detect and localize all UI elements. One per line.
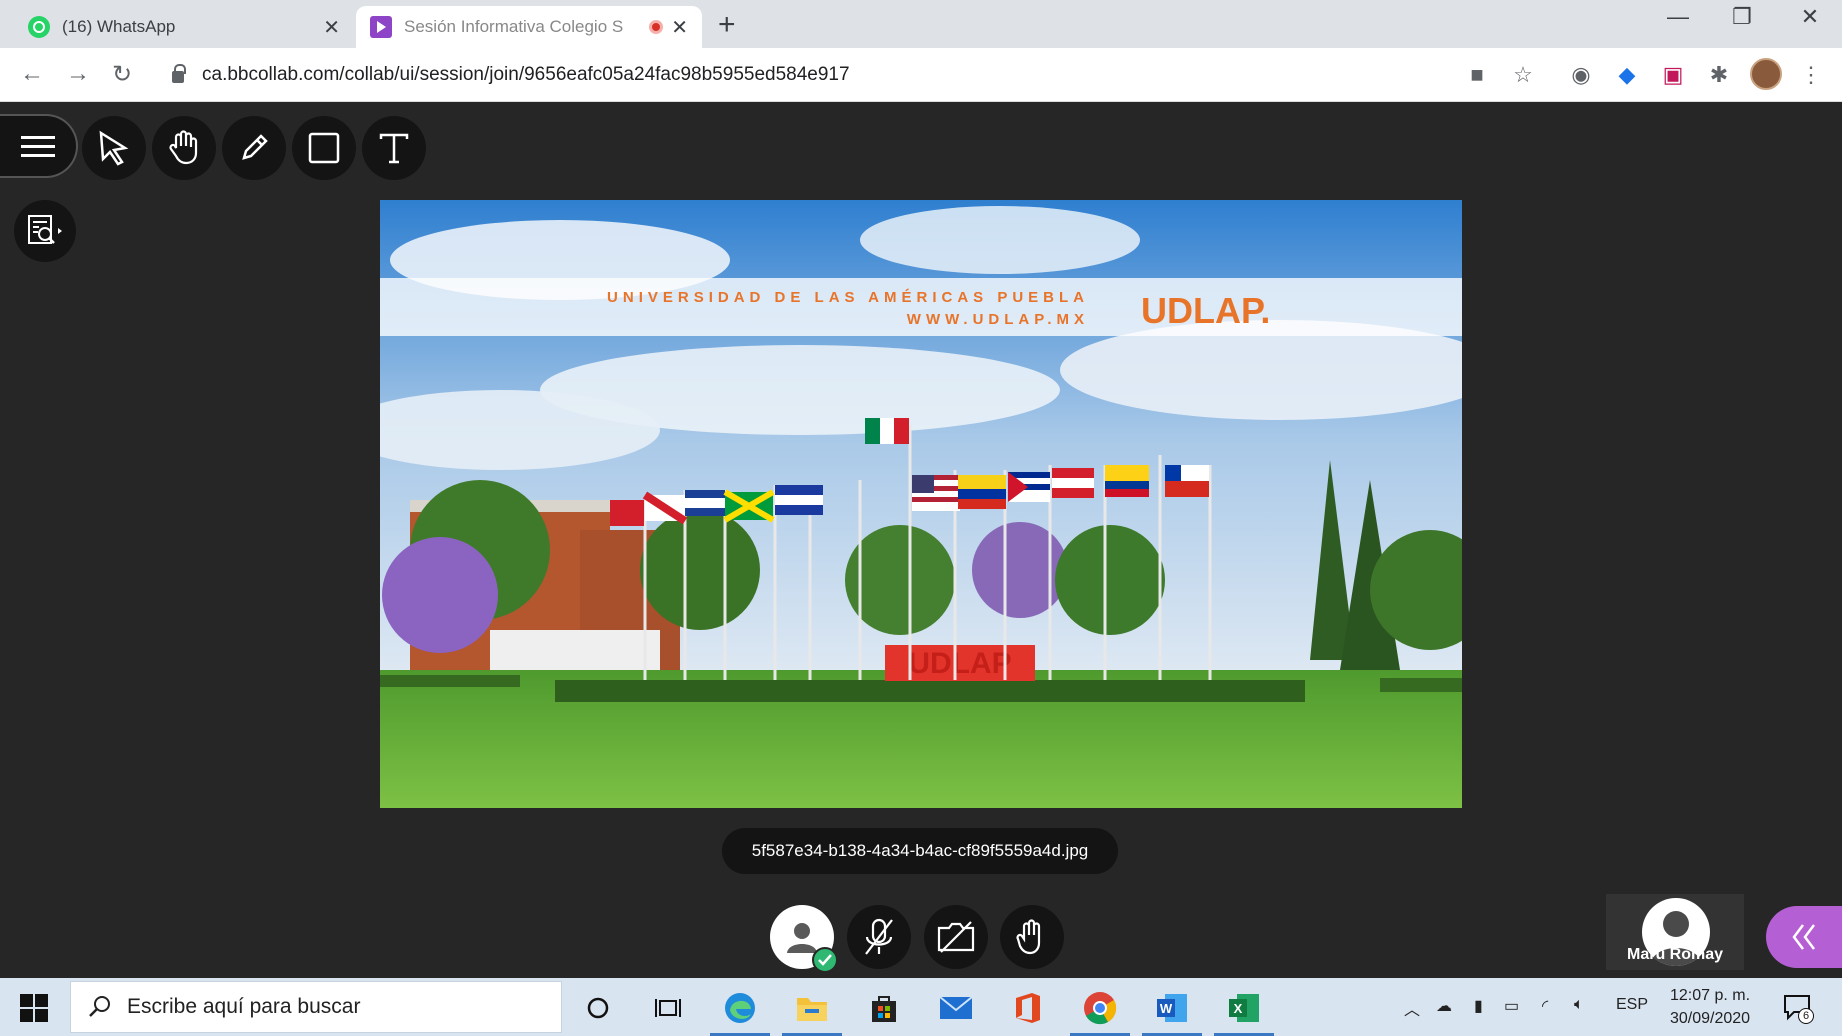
camera-button[interactable]	[924, 905, 988, 969]
extension-diamond-icon[interactable]: ◆	[1612, 62, 1642, 88]
campus-photo: UDLAP UNIVERSIDAD DE LAS AMÉRICAS PUEBLA…	[380, 200, 1462, 808]
star-icon[interactable]: ☆	[1508, 62, 1538, 88]
banner-university-name: UNIVERSIDAD DE LAS AMÉRICAS PUEBLA	[607, 289, 1089, 306]
svg-text:X: X	[1234, 1001, 1243, 1016]
microphone-tray-icon[interactable]: ▮	[1474, 996, 1483, 1016]
microphone-off-icon	[865, 918, 893, 955]
notifications-icon[interactable]: 6	[1782, 992, 1814, 1027]
battery-icon[interactable]: ▭	[1504, 996, 1519, 1016]
open-collaborate-panel-button[interactable]	[1766, 906, 1842, 968]
task-view-icon[interactable]	[648, 988, 688, 1028]
close-window-icon[interactable]: ✕	[1790, 4, 1830, 30]
office-icon[interactable]	[1008, 988, 1048, 1028]
edge-icon[interactable]	[710, 988, 770, 1036]
puzzle-icon[interactable]: ✱	[1704, 62, 1734, 88]
pencil-icon	[242, 134, 268, 160]
udlap-logo: UDLAP.	[1141, 290, 1270, 331]
volume-icon[interactable]: 🔈︎	[1574, 996, 1584, 1014]
onedrive-icon[interactable]: ☁	[1436, 996, 1452, 1016]
minimize-icon[interactable]: —	[1658, 4, 1698, 30]
excel-icon[interactable]: X	[1214, 988, 1274, 1036]
extension-circle-icon[interactable]: ◉	[1566, 62, 1596, 88]
search-placeholder: Escribe aquí para buscar	[127, 995, 361, 1018]
text-tool-button[interactable]	[362, 116, 426, 180]
participant-tile[interactable]: Maru Romay	[1606, 894, 1744, 970]
more-menu-icon[interactable]: ⋮	[1796, 62, 1826, 88]
select-tool-button[interactable]	[82, 116, 146, 180]
double-chevron-left-icon	[1792, 924, 1815, 950]
close-tab-icon[interactable]: ✕	[323, 15, 340, 40]
camera-off-icon	[937, 921, 975, 953]
tab-label: (16) WhatsApp	[62, 17, 176, 36]
document-search-icon	[28, 215, 62, 244]
raise-hand-icon	[1016, 919, 1041, 955]
shape-tool-button[interactable]	[292, 116, 356, 180]
banner-website: WWW.UDLAP.MX	[907, 311, 1089, 328]
pointer-icon	[99, 130, 129, 166]
session-menu-button[interactable]	[0, 114, 78, 178]
clock-date: 30/09/2020	[1669, 1010, 1751, 1027]
my-status-button[interactable]	[770, 905, 838, 973]
input-language[interactable]: ESP	[1616, 996, 1648, 1014]
lock-icon	[172, 64, 186, 83]
restore-icon[interactable]: ❐	[1722, 4, 1762, 30]
new-tab-button[interactable]: +	[718, 8, 736, 42]
tab-whatsapp[interactable]: (16) WhatsApp ✕	[14, 6, 354, 48]
microphone-button[interactable]	[847, 905, 911, 969]
hamburger-icon	[21, 136, 55, 157]
check-badge-icon	[812, 947, 838, 973]
square-icon	[308, 132, 340, 164]
taskbar-search-box[interactable]: Escribe aquí para buscar	[70, 981, 562, 1033]
windows-taskbar: Escribe aquí para buscar W X ︿ ☁ ▮ ▭ ◜ 🔈…	[0, 978, 1842, 1036]
mail-icon[interactable]	[936, 988, 976, 1028]
participant-name: Maru Romay	[1626, 946, 1724, 963]
browser-tab-bar: (16) WhatsApp ✕ Sesión Informativa Coleg…	[0, 0, 1842, 48]
file-viewer-button[interactable]	[14, 200, 76, 262]
notification-count: 6	[1798, 1008, 1814, 1024]
cortana-icon[interactable]	[578, 988, 618, 1028]
pan-tool-button[interactable]	[152, 116, 216, 180]
whatsapp-icon	[28, 16, 50, 38]
hand-icon	[169, 130, 198, 165]
url-text: ca.bbcollab.com/collab/ui/session/join/9…	[202, 64, 850, 85]
close-tab-icon[interactable]: ✕	[671, 15, 688, 40]
pocket-icon[interactable]: ▣	[1658, 62, 1688, 88]
reload-icon[interactable]: ↻	[112, 60, 132, 89]
udlap-sign-text: UDLAP	[908, 647, 1011, 680]
file-explorer-icon[interactable]	[782, 988, 842, 1036]
tab-label: Sesión Informativa Colegio S	[404, 17, 624, 36]
collaborate-icon	[370, 16, 392, 38]
clock-time: 12:07 p. m.	[1669, 987, 1751, 1004]
word-icon[interactable]: W	[1142, 988, 1202, 1036]
address-bar[interactable]: ca.bbcollab.com/collab/ui/session/join/9…	[160, 56, 1440, 94]
shared-file-name: 5f587e34-b138-4a34-b4ac-cf89f5559a4d.jpg	[722, 828, 1118, 874]
pencil-tool-button[interactable]	[222, 116, 286, 180]
profile-avatar[interactable]	[1750, 58, 1782, 90]
system-clock[interactable]: 12:07 p. m. 30/09/2020	[1660, 984, 1760, 1030]
windows-start-icon[interactable]	[20, 994, 48, 1022]
forward-icon[interactable]: →	[66, 60, 90, 88]
search-icon	[89, 996, 110, 1017]
shared-slide-image: UDLAP UNIVERSIDAD DE LAS AMÉRICAS PUEBLA…	[380, 200, 1462, 808]
back-icon[interactable]: ←	[20, 60, 44, 88]
camera-icon[interactable]: ■	[1462, 62, 1492, 88]
store-icon[interactable]	[864, 988, 904, 1028]
show-hidden-icons-icon[interactable]: ︿	[1404, 996, 1420, 1020]
svg-text:W: W	[1160, 1001, 1173, 1016]
wifi-icon[interactable]: ◜	[1542, 996, 1548, 1016]
raise-hand-button[interactable]	[1000, 905, 1064, 969]
tab-collaborate-session[interactable]: Sesión Informativa Colegio S ✕	[356, 6, 702, 48]
recording-icon	[649, 20, 664, 34]
text-icon	[379, 133, 409, 164]
browser-toolbar: ← → ↻ ca.bbcollab.com/collab/ui/session/…	[0, 48, 1842, 102]
chrome-icon[interactable]	[1070, 988, 1130, 1036]
